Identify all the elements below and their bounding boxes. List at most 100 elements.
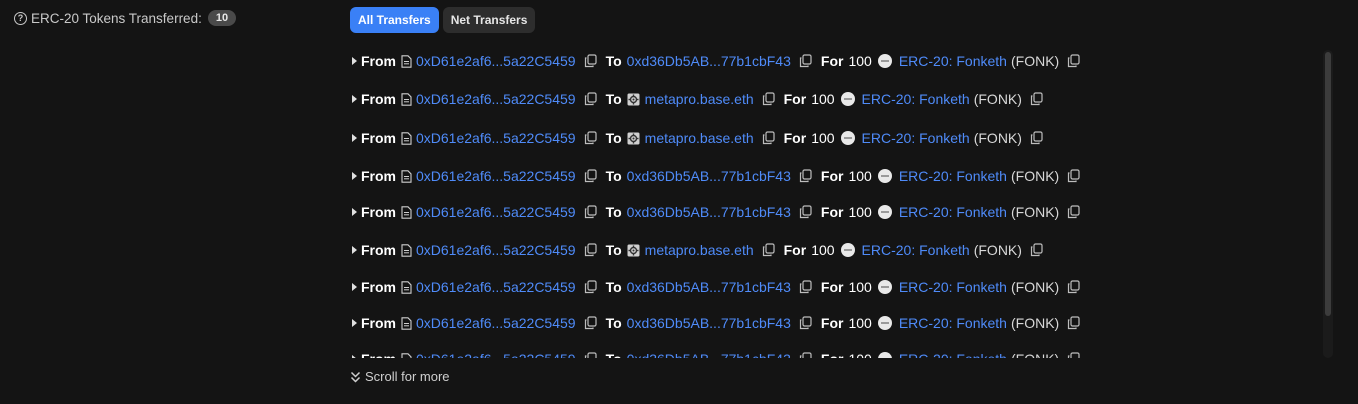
copy-from-address-icon[interactable] — [584, 169, 597, 183]
token-link[interactable]: ERC-20: Fonketh — [899, 315, 1007, 331]
expand-caret-icon[interactable] — [352, 208, 357, 216]
token-link[interactable]: ERC-20: Fonketh — [899, 279, 1007, 295]
copy-to-address-icon[interactable] — [799, 169, 812, 183]
copy-from-address-icon[interactable] — [584, 243, 597, 257]
token-link[interactable]: ERC-20: Fonketh — [862, 242, 970, 258]
to-address-link[interactable]: metapro.base.eth — [645, 91, 754, 107]
scrollbar-thumb[interactable] — [1325, 52, 1331, 316]
to-address-link[interactable]: 0xd36Db5AB...77b1cbF43 — [627, 204, 791, 220]
transfer-count-badge: 10 — [207, 10, 237, 26]
copy-from-address-icon[interactable] — [584, 131, 597, 145]
from-label: From — [361, 204, 396, 220]
transfer-amount: 100 — [811, 242, 835, 258]
transfer-row: From 0xD61e2af6...5a22C5459 To 0xd36Db5AB..… — [350, 312, 1089, 334]
copy-to-address-icon[interactable] — [762, 92, 775, 106]
tokens-transferred-text: ERC-20 Tokens Transferred: — [31, 10, 202, 26]
transfer-amount: 100 — [848, 315, 872, 331]
to-label: To — [605, 315, 622, 331]
token-link[interactable]: ERC-20: Fonketh — [899, 351, 1007, 358]
expand-caret-icon[interactable] — [352, 355, 357, 358]
token-logo-icon — [840, 243, 855, 257]
copy-from-address-icon[interactable] — [584, 205, 597, 219]
token-logo-icon — [877, 280, 892, 294]
from-address-link[interactable]: 0xD61e2af6...5a22C5459 — [416, 315, 576, 331]
expand-caret-icon[interactable] — [352, 95, 357, 103]
copy-to-address-icon[interactable] — [799, 205, 812, 219]
copy-from-address-icon[interactable] — [584, 54, 597, 68]
for-label: For — [820, 279, 844, 295]
to-address-link[interactable]: 0xd36Db5AB...77b1cbF43 — [627, 168, 791, 184]
expand-caret-icon[interactable] — [352, 246, 357, 254]
from-address-link[interactable]: 0xD61e2af6...5a22C5459 — [416, 130, 576, 146]
ens-gear-icon — [627, 93, 640, 105]
tab-net-transfers[interactable]: Net Transfers — [442, 7, 536, 33]
to-address-link[interactable]: 0xd36Db5AB...77b1cbF43 — [627, 53, 791, 69]
from-address-link[interactable]: 0xD61e2af6...5a22C5459 — [416, 168, 576, 184]
transfer-amount: 100 — [848, 168, 872, 184]
transfer-row: From 0xD61e2af6...5a22C5459 To 0xd36Db5AB..… — [350, 50, 1089, 72]
for-label: For — [821, 351, 844, 358]
from-address-link[interactable]: 0xD61e2af6...5a22C5459 — [416, 242, 576, 258]
expand-caret-icon[interactable] — [352, 172, 357, 180]
token-link[interactable]: ERC-20: Fonketh — [862, 130, 970, 146]
copy-token-address-icon[interactable] — [1030, 243, 1043, 257]
copy-token-address-icon[interactable] — [1067, 205, 1080, 219]
contract-document-icon — [401, 205, 412, 219]
token-link[interactable]: ERC-20: Fonketh — [899, 168, 1007, 184]
from-address-link[interactable]: 0xD61e2af6...5a22C5459 — [416, 53, 576, 69]
token-link[interactable]: ERC-20: Fonketh — [862, 91, 970, 107]
copy-token-address-icon[interactable] — [1067, 169, 1080, 183]
copy-to-address-icon[interactable] — [799, 54, 812, 68]
token-symbol: (FONK) — [973, 91, 1022, 107]
from-label: From — [361, 130, 396, 146]
copy-token-address-icon[interactable] — [1067, 54, 1080, 68]
copy-to-address-icon[interactable] — [799, 316, 812, 330]
to-address-link[interactable]: 0xd36Db5AB...77b1cbF43 — [627, 351, 791, 358]
copy-to-address-icon[interactable] — [799, 280, 812, 294]
to-label: To — [605, 130, 622, 146]
copy-from-address-icon[interactable] — [584, 316, 597, 330]
from-address-link[interactable]: 0xD61e2af6...5a22C5459 — [416, 351, 576, 358]
transfer-row: From 0xD61e2af6...5a22C5459 To metapro.base… — [350, 88, 1052, 110]
expand-caret-icon[interactable] — [352, 57, 357, 65]
to-address-link[interactable]: 0xd36Db5AB...77b1cbF43 — [627, 279, 791, 295]
token-logo-icon — [840, 131, 855, 145]
ens-gear-icon — [627, 244, 640, 256]
token-symbol: (FONK) — [1011, 351, 1059, 358]
copy-token-address-icon[interactable] — [1067, 316, 1080, 330]
token-symbol: (FONK) — [1010, 279, 1060, 295]
from-address-link[interactable]: 0xD61e2af6...5a22C5459 — [416, 91, 576, 107]
copy-to-address-icon[interactable] — [762, 243, 775, 257]
help-circle-icon[interactable]: ? — [14, 11, 27, 25]
copy-to-address-icon[interactable] — [799, 352, 812, 358]
transfer-amount: 100 — [848, 351, 871, 358]
expand-caret-icon[interactable] — [352, 134, 357, 142]
for-label: For — [820, 168, 844, 184]
copy-token-address-icon[interactable] — [1030, 92, 1043, 106]
copy-from-address-icon[interactable] — [584, 92, 597, 106]
tab-all-transfers[interactable]: All Transfers — [350, 7, 439, 33]
expand-caret-icon[interactable] — [352, 319, 357, 327]
from-label: From — [361, 53, 396, 69]
from-label: From — [361, 315, 396, 331]
copy-token-address-icon[interactable] — [1030, 131, 1043, 145]
to-address-link[interactable]: 0xd36Db5AB...77b1cbF43 — [627, 315, 791, 331]
copy-from-address-icon[interactable] — [584, 352, 597, 358]
double-chevron-down-icon — [350, 371, 361, 383]
copy-token-address-icon[interactable] — [1067, 352, 1080, 358]
token-link[interactable]: ERC-20: Fonketh — [899, 53, 1007, 69]
token-link[interactable]: ERC-20: Fonketh — [899, 204, 1007, 220]
copy-from-address-icon[interactable] — [584, 280, 597, 294]
to-label: To — [605, 53, 622, 69]
copy-token-address-icon[interactable] — [1067, 280, 1080, 294]
scroll-for-more[interactable]: Scroll for more — [350, 369, 450, 384]
expand-caret-icon[interactable] — [352, 283, 357, 291]
to-label: To — [605, 279, 622, 295]
from-address-link[interactable]: 0xD61e2af6...5a22C5459 — [416, 279, 576, 295]
copy-to-address-icon[interactable] — [762, 131, 775, 145]
from-address-link[interactable]: 0xD61e2af6...5a22C5459 — [416, 204, 576, 220]
transfer-row: From 0xD61e2af6...5a22C5459 To 0xd36Db5AB..… — [350, 276, 1089, 298]
contract-document-icon — [401, 280, 412, 294]
to-address-link[interactable]: metapro.base.eth — [645, 130, 754, 146]
to-address-link[interactable]: metapro.base.eth — [645, 242, 754, 258]
